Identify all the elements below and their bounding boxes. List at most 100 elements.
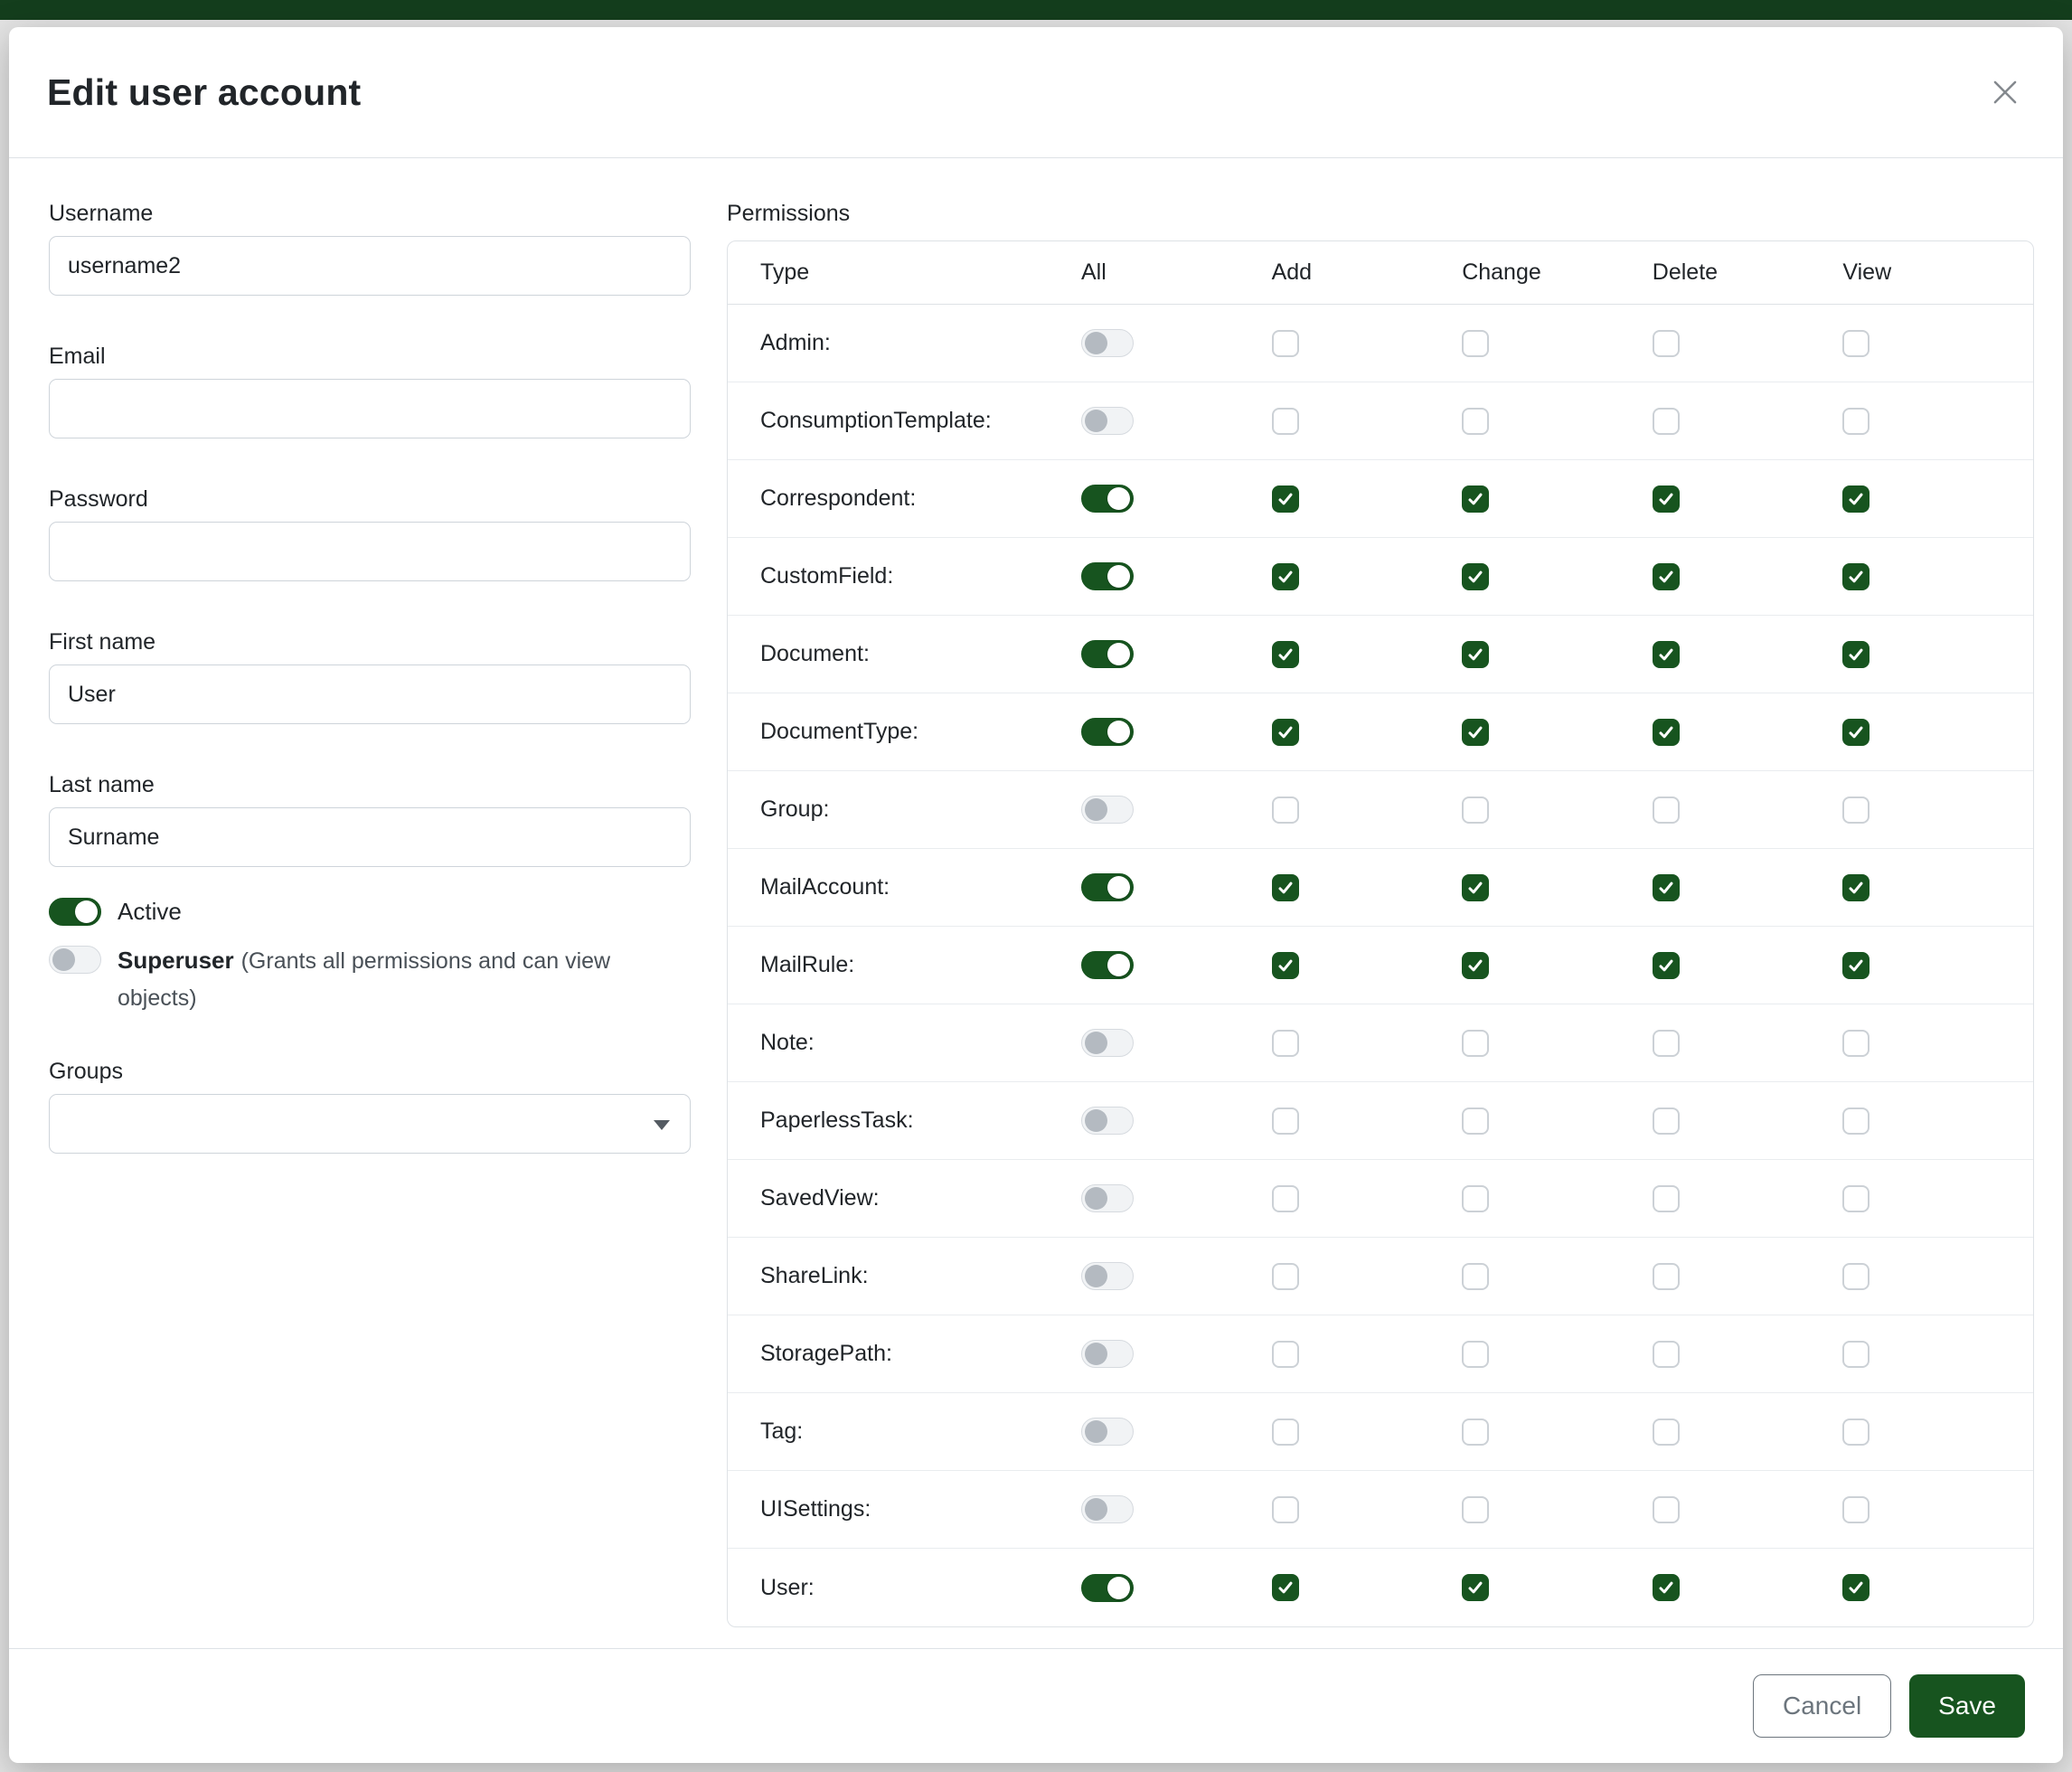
permission-view-checkbox[interactable] [1842,408,1870,435]
permission-all-toggle[interactable] [1081,1574,1134,1602]
permission-view-checkbox[interactable] [1842,1030,1870,1057]
permission-delete-checkbox[interactable] [1653,408,1680,435]
permission-delete-checkbox[interactable] [1653,1185,1680,1212]
permission-all-toggle[interactable] [1081,873,1134,901]
permission-change-checkbox[interactable] [1462,485,1489,513]
cancel-button[interactable]: Cancel [1753,1674,1891,1738]
permission-all-toggle[interactable] [1081,485,1134,513]
permission-all-toggle[interactable] [1081,1029,1134,1057]
permission-view-checkbox[interactable] [1842,1185,1870,1212]
permission-add-checkbox[interactable] [1272,1263,1299,1290]
permission-view-checkbox[interactable] [1842,330,1870,357]
permission-delete-checkbox[interactable] [1653,1419,1680,1446]
permission-change-checkbox[interactable] [1462,1419,1489,1446]
permission-view-checkbox[interactable] [1842,952,1870,979]
permission-add-checkbox[interactable] [1272,719,1299,746]
permission-delete-checkbox[interactable] [1653,1574,1680,1601]
permission-change-checkbox[interactable] [1462,796,1489,824]
permission-add-checkbox[interactable] [1272,796,1299,824]
permission-delete-checkbox[interactable] [1653,1341,1680,1368]
permission-change-checkbox[interactable] [1462,1341,1489,1368]
permission-view-checkbox[interactable] [1842,1496,1870,1523]
permission-change-checkbox[interactable] [1462,1574,1489,1601]
permission-all-toggle[interactable] [1081,1107,1134,1135]
save-button[interactable]: Save [1909,1674,2025,1738]
permission-add-checkbox[interactable] [1272,485,1299,513]
permission-view-checkbox[interactable] [1842,1574,1870,1601]
permission-add-checkbox[interactable] [1272,563,1299,590]
permission-change-checkbox[interactable] [1462,1108,1489,1135]
permission-change-checkbox[interactable] [1462,641,1489,668]
email-input[interactable] [49,379,691,438]
permission-delete-checkbox[interactable] [1653,719,1680,746]
permission-view-checkbox[interactable] [1842,641,1870,668]
permission-all-toggle[interactable] [1081,1495,1134,1523]
active-toggle[interactable] [49,898,101,926]
permission-change-checkbox[interactable] [1462,408,1489,435]
permission-all-toggle[interactable] [1081,407,1134,435]
permission-delete-checkbox[interactable] [1653,1496,1680,1523]
check-icon [1466,723,1484,741]
permission-add-checkbox[interactable] [1272,1574,1299,1601]
permission-delete-checkbox[interactable] [1653,1108,1680,1135]
permission-delete-checkbox[interactable] [1653,641,1680,668]
groups-select[interactable] [49,1094,691,1154]
permission-change-checkbox[interactable] [1462,563,1489,590]
permission-delete-checkbox[interactable] [1653,874,1680,901]
permission-add-checkbox[interactable] [1272,874,1299,901]
permission-delete-checkbox[interactable] [1653,485,1680,513]
permission-change-checkbox[interactable] [1462,1030,1489,1057]
permission-all-toggle[interactable] [1081,329,1134,357]
permission-view-checkbox[interactable] [1842,1419,1870,1446]
permission-all-toggle[interactable] [1081,951,1134,979]
permission-all-toggle[interactable] [1081,718,1134,746]
permission-view-checkbox[interactable] [1842,563,1870,590]
username-input[interactable] [49,236,691,296]
permission-row: ConsumptionTemplate: [728,382,2033,460]
permission-all-toggle[interactable] [1081,796,1134,824]
permission-view-checkbox[interactable] [1842,874,1870,901]
permission-delete-checkbox[interactable] [1653,330,1680,357]
permission-add-checkbox[interactable] [1272,952,1299,979]
last-name-input[interactable] [49,807,691,867]
permission-view-checkbox[interactable] [1842,1341,1870,1368]
permissions-section: Permissions Type All Add Change Delete V… [727,200,2034,1648]
permission-delete-checkbox[interactable] [1653,952,1680,979]
permission-delete-checkbox[interactable] [1653,1030,1680,1057]
permission-add-checkbox[interactable] [1272,641,1299,668]
permission-view-checkbox[interactable] [1842,485,1870,513]
close-icon[interactable] [1985,72,2025,112]
permission-view-checkbox[interactable] [1842,719,1870,746]
permission-all-toggle[interactable] [1081,640,1134,668]
permission-add-checkbox[interactable] [1272,330,1299,357]
permission-change-checkbox[interactable] [1462,1185,1489,1212]
permission-change-checkbox[interactable] [1462,874,1489,901]
permission-change-checkbox[interactable] [1462,719,1489,746]
permission-all-toggle[interactable] [1081,1184,1134,1212]
permission-add-checkbox[interactable] [1272,1419,1299,1446]
password-input[interactable] [49,522,691,581]
permission-add-checkbox[interactable] [1272,1108,1299,1135]
permission-view-checkbox[interactable] [1842,796,1870,824]
permission-view-checkbox[interactable] [1842,1108,1870,1135]
first-name-input[interactable] [49,664,691,724]
permission-add-checkbox[interactable] [1272,408,1299,435]
permission-add-checkbox[interactable] [1272,1341,1299,1368]
permission-delete-checkbox[interactable] [1653,563,1680,590]
permission-add-checkbox[interactable] [1272,1496,1299,1523]
permission-change-checkbox[interactable] [1462,1496,1489,1523]
permission-change-checkbox[interactable] [1462,1263,1489,1290]
permission-change-checkbox[interactable] [1462,330,1489,357]
modal-header: Edit user account [9,27,2063,158]
permission-add-checkbox[interactable] [1272,1030,1299,1057]
permission-all-toggle[interactable] [1081,1262,1134,1290]
permission-view-checkbox[interactable] [1842,1263,1870,1290]
permission-change-checkbox[interactable] [1462,952,1489,979]
permission-all-toggle[interactable] [1081,1418,1134,1446]
permission-all-toggle[interactable] [1081,1340,1134,1368]
superuser-toggle[interactable] [49,946,101,974]
permission-delete-checkbox[interactable] [1653,1263,1680,1290]
permission-all-toggle[interactable] [1081,562,1134,590]
permission-delete-checkbox[interactable] [1653,796,1680,824]
permission-add-checkbox[interactable] [1272,1185,1299,1212]
